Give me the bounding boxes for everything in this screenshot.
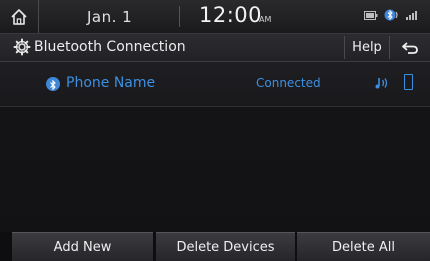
bottom-button-bar: Add New Delete Devices Delete All: [0, 232, 430, 261]
home-button[interactable]: [0, 0, 39, 33]
audio-streaming-icon[interactable]: [373, 75, 389, 91]
status-divider: [179, 6, 180, 27]
title-bar: Bluetooth Connection Help: [0, 34, 430, 62]
clock-ampm: AM: [259, 15, 272, 24]
delete-devices-button[interactable]: Delete Devices: [156, 232, 295, 261]
clock-time: 12:00: [199, 3, 263, 27]
bluetooth-status-icon: [384, 9, 398, 21]
date-display: Jan. 1: [87, 8, 133, 26]
bluetooth-connection-screen: Jan. 1 12:00 AM Bluetooth Connection Hel…: [0, 0, 430, 261]
back-icon: [401, 41, 418, 54]
help-button[interactable]: Help: [344, 36, 390, 59]
back-button[interactable]: [389, 36, 430, 59]
status-bar: Jan. 1 12:00 AM: [0, 0, 430, 34]
phone-icon[interactable]: [404, 74, 413, 90]
page-title: Bluetooth Connection: [34, 39, 186, 55]
battery-icon: [364, 10, 378, 20]
gear-icon: [13, 38, 31, 56]
home-icon: [11, 8, 27, 25]
delete-all-button[interactable]: Delete All: [297, 232, 430, 261]
add-new-button[interactable]: Add New: [12, 232, 153, 261]
bluetooth-icon: [46, 77, 60, 91]
device-name: Phone Name: [66, 75, 156, 91]
device-list-item[interactable]: Phone Name Connected: [0, 62, 430, 107]
signal-icon: [406, 11, 417, 20]
connection-status: Connected: [256, 76, 321, 90]
status-icons: [364, 9, 420, 21]
